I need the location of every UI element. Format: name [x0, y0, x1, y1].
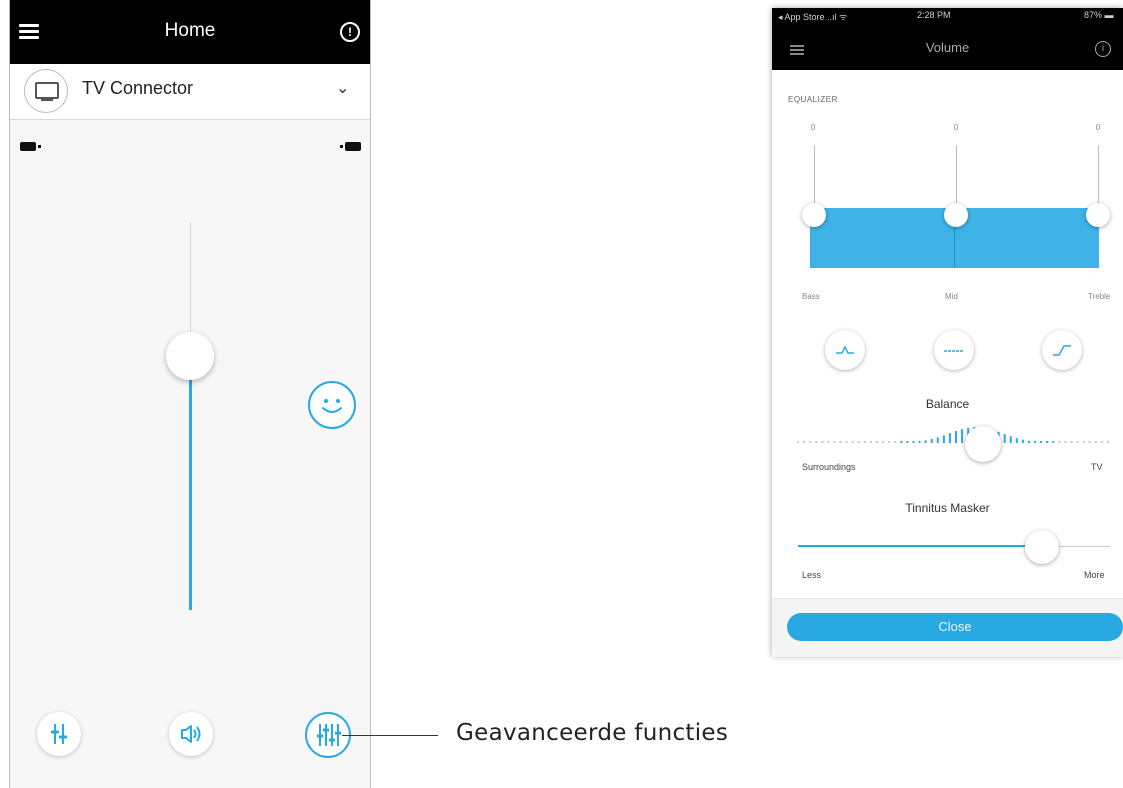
volume-button[interactable] — [169, 712, 213, 756]
balance-tick — [1082, 441, 1085, 443]
close-button[interactable]: Close — [787, 613, 1123, 641]
balance-tick — [863, 441, 866, 443]
tv-icon — [24, 69, 68, 113]
device-name: TV Connector — [82, 78, 194, 98]
tinnitus-slider-knob[interactable] — [1025, 530, 1059, 564]
bass-slider-knob[interactable] — [802, 203, 826, 227]
balance-tick — [1003, 434, 1006, 443]
treble-value: 0 — [1095, 123, 1101, 132]
balance-tick — [1034, 441, 1037, 443]
equalizer-label: EQUALIZER — [788, 95, 838, 104]
balance-slider-scale[interactable] — [794, 413, 1112, 457]
balance-tick — [888, 441, 891, 443]
balance-tick — [1058, 441, 1061, 443]
treble-slider-track[interactable] — [1098, 145, 1099, 207]
balance-tick — [936, 437, 939, 443]
home-screen: Home ! TV Connector ⌄ — [9, 0, 371, 788]
balance-tick — [1027, 440, 1030, 443]
balance-tick — [924, 440, 927, 443]
preset-bass-boost-button[interactable] — [825, 330, 865, 370]
bass-slider-track[interactable] — [814, 145, 815, 207]
balance-tick — [1076, 441, 1079, 443]
balance-tick — [809, 441, 812, 443]
balance-tick — [1040, 441, 1043, 443]
volume-slider-knob[interactable] — [166, 332, 214, 380]
balance-tick — [1046, 441, 1049, 443]
balance-tick — [1070, 441, 1073, 443]
mid-slider-knob[interactable] — [944, 203, 968, 227]
balance-tick — [955, 430, 958, 443]
tinnitus-more-label: More — [1084, 570, 1105, 580]
flat-curve-icon — [944, 350, 964, 352]
tinnitus-less-label: Less — [802, 570, 822, 580]
balance-title: Balance — [925, 397, 970, 411]
mid-value: 0 — [953, 123, 959, 132]
balance-tick — [803, 441, 806, 443]
balance-tick — [845, 441, 848, 443]
volume-slider-fill[interactable] — [189, 355, 192, 610]
balance-tick — [930, 439, 933, 443]
balance-tick — [1088, 441, 1091, 443]
balance-tick — [833, 441, 836, 443]
balance-tick — [1021, 439, 1024, 443]
mid-slider-track[interactable] — [956, 145, 957, 207]
balance-tick — [900, 441, 903, 443]
balance-tick — [827, 441, 830, 443]
balance-tick — [1107, 441, 1109, 443]
balance-tick — [942, 435, 945, 443]
balance-tick — [797, 441, 799, 443]
balance-tick — [1009, 436, 1012, 443]
balance-tick — [839, 441, 842, 443]
bass-value: 0 — [810, 123, 816, 132]
balance-tick — [961, 429, 964, 443]
chevron-down-icon[interactable]: ⌄ — [336, 78, 349, 98]
right-battery-icon — [340, 142, 361, 151]
balance-tick — [815, 441, 818, 443]
balance-tick — [894, 441, 897, 443]
tinnitus-title: Tinnitus Masker — [905, 501, 990, 515]
peak-curve-icon — [836, 345, 854, 354]
mid-label: Mid — [945, 292, 958, 301]
preset-flat-button[interactable] — [934, 330, 974, 370]
balance-tick — [912, 441, 915, 443]
callout-line — [342, 735, 438, 736]
smiley-icon[interactable] — [308, 381, 356, 429]
balance-left-label: Surroundings — [802, 462, 856, 472]
balance-tick — [876, 441, 879, 443]
balance-tick — [1015, 438, 1018, 443]
balance-tick — [869, 441, 872, 443]
bass-label: Bass — [802, 292, 820, 301]
balance-tick — [906, 441, 909, 443]
sliders-button[interactable] — [37, 712, 81, 756]
tinnitus-slider-fill[interactable] — [798, 545, 1041, 547]
balance-tick — [1052, 441, 1055, 443]
step-curve-icon — [1053, 345, 1071, 356]
treble-slider-knob[interactable] — [1086, 203, 1110, 227]
device-selector[interactable]: TV Connector ⌄ — [10, 64, 370, 120]
speaker-icon — [181, 725, 201, 743]
balance-tick — [1094, 441, 1097, 443]
app-header: Home ! — [10, 0, 370, 64]
balance-tick — [1064, 441, 1067, 443]
page-title: Home — [164, 20, 216, 41]
balance-tick — [948, 433, 951, 443]
menu-icon[interactable] — [19, 24, 39, 39]
balance-tick — [857, 441, 860, 443]
info-icon[interactable]: ! — [340, 22, 360, 42]
treble-label: Treble — [1088, 292, 1111, 301]
balance-slider-knob[interactable] — [965, 426, 1001, 462]
callout-label: Geavanceerde functies — [456, 720, 729, 746]
preset-treble-boost-button[interactable] — [1042, 330, 1082, 370]
left-battery-icon — [20, 142, 41, 151]
balance-tick — [821, 441, 824, 443]
balance-right-label: TV — [1091, 462, 1103, 472]
balance-tick — [882, 441, 885, 443]
balance-tick — [918, 441, 921, 443]
balance-tick — [1100, 441, 1103, 443]
balance-tick — [851, 441, 854, 443]
sliders-icon — [51, 724, 67, 744]
